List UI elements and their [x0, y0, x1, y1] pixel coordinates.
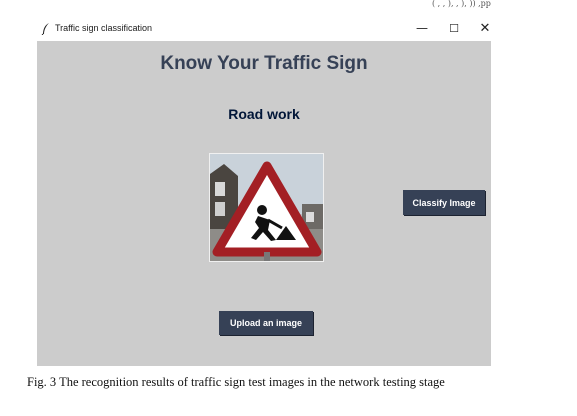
title-bar: Traffic sign classification — ☐ ✕	[37, 15, 491, 41]
classify-image-button[interactable]: Classify Image	[403, 190, 485, 215]
close-button[interactable]: ✕	[474, 19, 496, 37]
maximize-button[interactable]: ☐	[443, 19, 465, 37]
classification-result: Road work	[228, 106, 300, 122]
upload-image-button[interactable]: Upload an image	[219, 311, 313, 335]
minimize-button[interactable]: —	[411, 19, 433, 37]
feather-icon	[41, 22, 51, 36]
road-work-sign-photo	[209, 153, 324, 262]
figure-caption: Fig. 3 The recognition results of traffi…	[27, 375, 445, 389]
window-title: Traffic sign classification	[55, 23, 153, 33]
corner-marks: ( , , ), , ), )) ,pp	[432, 0, 491, 8]
app-window: Traffic sign classification — ☐ ✕ Know Y…	[37, 15, 491, 366]
page-title: Know Your Traffic Sign	[160, 53, 368, 74]
